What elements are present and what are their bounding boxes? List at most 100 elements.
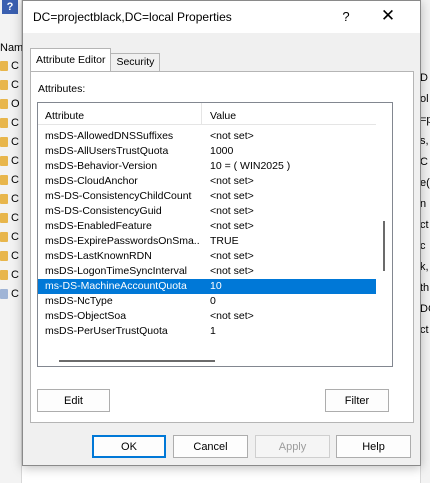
table-row[interactable]: msDS-PerUserTrustQuota 1 <box>38 324 378 339</box>
list-item[interactable]: C <box>0 189 20 208</box>
attribute-name-cell: msDS-EnabledFeature <box>45 220 152 232</box>
background-text-fragment: C <box>420 156 428 168</box>
list-item[interactable]: C <box>0 132 20 151</box>
background-text-fragment: n <box>420 198 427 210</box>
table-row[interactable]: msDS-CloudAnchor <not set> <box>38 174 378 189</box>
list-item[interactable]: C <box>0 113 20 132</box>
list-item[interactable]: C <box>0 246 20 265</box>
list-item[interactable]: C <box>0 265 20 284</box>
background-text-fragment: k, <box>420 261 429 273</box>
ok-button[interactable]: OK <box>92 435 166 458</box>
table-row[interactable]: msDS-Behavior-Version 10 = ( WIN2025 ) <box>38 159 378 174</box>
table-row[interactable]: mS-DS-ConsistencyGuid <not set> <box>38 204 378 219</box>
attribute-value-cell: <not set> <box>210 175 254 187</box>
horizontal-scrollbar[interactable] <box>38 354 378 366</box>
attribute-name-cell: msDS-Behavior-Version <box>45 160 158 172</box>
help-question-icon[interactable]: ? <box>339 9 353 24</box>
list-item[interactable]: C <box>0 170 20 189</box>
list-item-label: C <box>11 116 19 129</box>
close-icon[interactable]: ✕ <box>379 6 397 26</box>
list-item[interactable]: C <box>0 227 20 246</box>
list-item[interactable]: C <box>0 284 20 303</box>
list-item[interactable]: O <box>0 94 20 113</box>
folder-icon <box>0 174 8 185</box>
folder-icon <box>0 155 8 166</box>
help-book-icon[interactable]: ? <box>2 0 18 14</box>
properties-dialog: DC=projectblack,DC=local Properties ? ✕ … <box>22 0 421 466</box>
background-text-fragment: c <box>420 240 426 252</box>
background-text-list: Dol =p s, Ce(n ct c k, th DC ct <box>420 68 430 341</box>
list-item-label: C <box>11 173 19 186</box>
attribute-value-cell: <not set> <box>210 205 254 217</box>
background-text-fragment: s, <box>420 135 429 147</box>
table-row[interactable]: msDS-ObjectSoa <not set> <box>38 309 378 324</box>
cancel-button[interactable]: Cancel <box>173 435 248 458</box>
table-row[interactable]: msDS-AllUsersTrustQuota 1000 <box>38 144 378 159</box>
column-header-attribute[interactable]: Attribute <box>45 110 84 122</box>
attribute-name-cell: msDS-LogonTimeSyncInterval <box>45 265 187 277</box>
attribute-value-cell: 10 = ( WIN2025 ) <box>210 160 291 172</box>
table-row[interactable]: mS-DS-ConsistencyChildCount <not set> <box>38 189 378 204</box>
list-item-label: C <box>11 59 19 72</box>
table-row[interactable]: msDS-EnabledFeature <not set> <box>38 219 378 234</box>
list-item[interactable]: C <box>0 208 20 227</box>
list-item-label: C <box>11 211 19 224</box>
attribute-name-cell: mS-DS-ConsistencyChildCount <box>45 190 192 202</box>
attribute-value-cell: <not set> <box>210 250 254 262</box>
attribute-value-cell: 1 <box>210 325 216 337</box>
background-text-fragment: e( <box>420 177 430 189</box>
attribute-name-cell: msDS-ExpirePasswordsOnSma... <box>45 235 200 247</box>
horizontal-scroll-thumb[interactable] <box>59 360 215 362</box>
attribute-name-cell: ms-DS-MachineAccountQuota <box>45 280 187 292</box>
table-row[interactable]: msDS-NcType 0 <box>38 294 378 309</box>
attribute-value-cell: <not set> <box>210 130 254 142</box>
table-row[interactable]: msDS-ExpirePasswordsOnSma... TRUE <box>38 234 378 249</box>
attribute-value-cell: 1000 <box>210 145 234 157</box>
attribute-name-cell: msDS-ObjectSoa <box>45 310 127 322</box>
list-item-label: C <box>11 192 19 205</box>
folder-icon <box>0 193 8 204</box>
table-row[interactable]: msDS-AllowedDNSSuffixes <not set> <box>38 129 378 144</box>
attribute-name-cell: msDS-AllowedDNSSuffixes <box>45 130 174 142</box>
title-bar[interactable]: DC=projectblack,DC=local Properties ? ✕ <box>23 1 420 33</box>
tab-strip: Attribute Editor Security <box>30 48 161 72</box>
edit-button[interactable]: Edit <box>37 389 110 412</box>
list-item-label: C <box>11 78 19 91</box>
table-row[interactable]: ms-DS-MachineAccountQuota 10 <box>38 279 378 294</box>
filter-button[interactable]: Filter <box>325 389 389 412</box>
folder-icon <box>0 250 8 261</box>
list-item[interactable]: C <box>0 56 20 75</box>
attribute-name-cell: msDS-AllUsersTrustQuota <box>45 145 169 157</box>
column-divider[interactable] <box>201 103 202 125</box>
apply-button[interactable]: Apply <box>255 435 330 458</box>
attribute-name-cell: msDS-PerUserTrustQuota <box>45 325 168 337</box>
background-folder-list: CCOCCCCCCCCCC <box>0 56 20 303</box>
vertical-scroll-thumb[interactable] <box>383 221 385 271</box>
attribute-name-cell: msDS-NcType <box>45 295 113 307</box>
attribute-name-cell: msDS-CloudAnchor <box>45 175 138 187</box>
list-item-label: C <box>11 287 19 300</box>
attribute-value-cell: <not set> <box>210 265 254 277</box>
background-text-fragment: D <box>420 72 428 84</box>
attributes-list[interactable]: Attribute Value msDS-AllowedDNSSuffixes <… <box>37 102 393 367</box>
vertical-scrollbar[interactable] <box>376 103 392 366</box>
folder-icon <box>0 117 8 128</box>
attribute-name-cell: mS-DS-ConsistencyGuid <box>45 205 162 217</box>
list-item[interactable]: C <box>0 75 20 94</box>
list-item[interactable]: C <box>0 151 20 170</box>
list-item-label: C <box>11 249 19 262</box>
tab-attribute-editor[interactable]: Attribute Editor <box>30 48 112 71</box>
dialog-title: DC=projectblack,DC=local Properties <box>33 10 232 24</box>
attributes-label: Attributes: <box>38 83 86 95</box>
table-row[interactable]: msDS-LogonTimeSyncInterval <not set> <box>38 264 378 279</box>
attribute-value-cell: <not set> <box>210 310 254 322</box>
background-text-fragment: ol <box>420 93 429 105</box>
attribute-editor-panel: Attributes: Attribute Value msDS-Allowed… <box>30 71 414 423</box>
help-button[interactable]: Help <box>336 435 411 458</box>
background-window: ? Nam CCOCCCCCCCCCC <box>0 0 23 483</box>
table-row[interactable]: msDS-LastKnownRDN <not set> <box>38 249 378 264</box>
attribute-value-cell: TRUE <box>210 235 239 247</box>
column-header-value[interactable]: Value <box>210 110 236 122</box>
attribute-name-cell: msDS-LastKnownRDN <box>45 250 152 262</box>
tab-security[interactable]: Security <box>110 53 161 72</box>
